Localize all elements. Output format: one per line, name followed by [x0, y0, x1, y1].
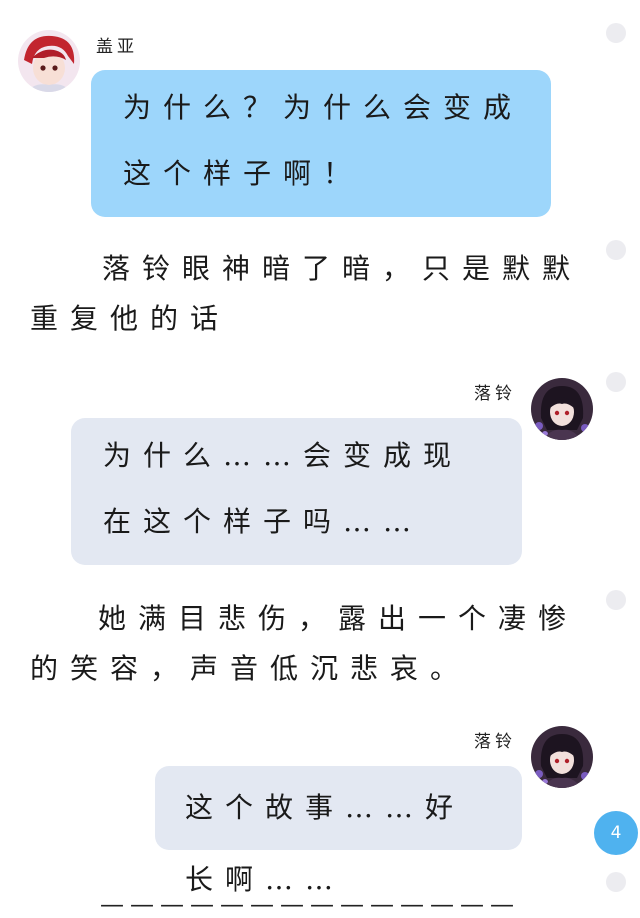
message-bubble[interactable]: 为什么……会变成现在这个样子吗…… [71, 418, 522, 565]
speaker-name-luoling: 落铃 [474, 384, 516, 404]
speaker-name-gaia: 盖亚 [96, 37, 138, 57]
page-number-badge[interactable]: 4 [594, 811, 638, 855]
read-status-dot [606, 372, 626, 392]
message-bubble[interactable]: 这个故事……好长啊…… [155, 766, 522, 896]
speaker-name-luoling: 落铃 [474, 732, 516, 752]
message-text: 为什么……会变成现在这个样子吗…… [103, 439, 464, 538]
separator-line: —————————————— [100, 890, 520, 918]
read-status-dot [606, 872, 626, 892]
narration-text: 她满目悲伤，露出一个凄惨的笑容，声音低沉悲哀。 [30, 602, 579, 685]
read-status-dot [606, 240, 626, 260]
avatar-luoling[interactable] [531, 726, 593, 788]
read-status-dot [606, 590, 626, 610]
read-status-dot [606, 23, 626, 43]
avatar-gaia[interactable] [18, 30, 80, 92]
message-text: 这个故事……好长啊…… [185, 791, 466, 896]
message-bubble[interactable]: 为什么？为什么会变成这个样子啊！ [91, 70, 551, 217]
message-text: 为什么？为什么会变成这个样子啊！ [123, 91, 524, 190]
narration-text: 落铃眼神暗了暗，只是默默重复他的话 [30, 252, 583, 335]
avatar-luoling[interactable] [531, 378, 593, 440]
